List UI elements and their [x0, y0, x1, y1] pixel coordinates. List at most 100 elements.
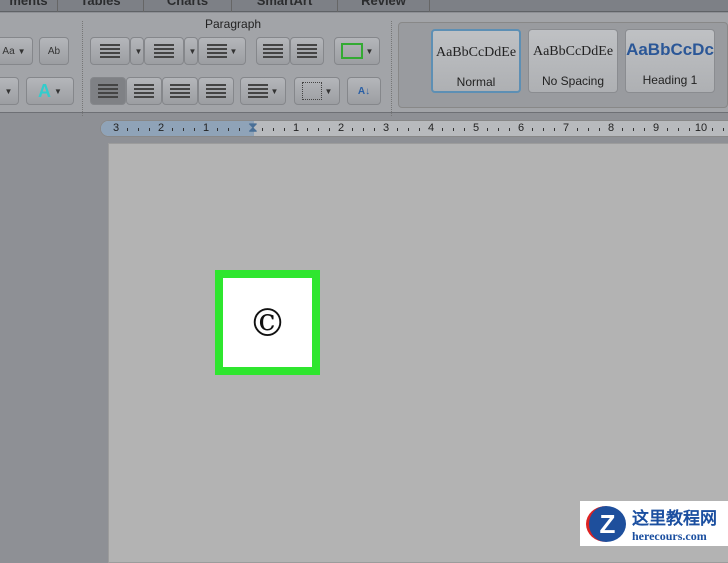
ruler-number: 1 [202, 122, 210, 134]
ruler-tick [464, 128, 465, 131]
clear-formatting-button[interactable]: Ab [39, 37, 69, 65]
decrease-indent-button[interactable] [256, 37, 290, 65]
ruler-tick [239, 128, 240, 131]
ruler-tick [644, 128, 645, 131]
style-name: Normal [456, 75, 496, 89]
ruler-tick [318, 128, 319, 131]
bullets-dropdown[interactable]: ▼ [130, 37, 144, 65]
numbering-button[interactable] [144, 37, 184, 65]
sort-button[interactable]: A↓ [347, 77, 381, 105]
paragraph-group-label: Paragraph [205, 17, 262, 31]
align-left-icon [98, 84, 118, 98]
tab-smartart[interactable]: SmartArt [232, 0, 338, 12]
align-right-button[interactable] [162, 77, 198, 105]
ruler-tick [577, 128, 578, 131]
copyright-symbol-highlight: © [215, 270, 320, 375]
style-name: No Spacing [541, 74, 605, 88]
ruler-number: 10 [694, 122, 708, 134]
style-sample: AaBbCcDdEe [435, 45, 517, 60]
ribbon-tabs: ments Tables Charts SmartArt Review [0, 0, 728, 12]
justify-icon [206, 84, 226, 98]
align-left-button[interactable] [90, 77, 126, 105]
multilevel-list-button[interactable]: ▼ [198, 37, 246, 65]
tab-elements[interactable]: ments [0, 0, 58, 12]
ruler-margin [101, 121, 254, 136]
ruler-tick [127, 128, 128, 131]
increase-indent-icon [297, 44, 317, 58]
horizontal-ruler[interactable]: ⧗ 3 2 1 1 2 3 4 5 6 7 8 9 10 [100, 119, 728, 137]
ruler-tick [689, 128, 690, 131]
ruler-tick [667, 128, 668, 131]
ruler-tick [712, 128, 713, 131]
numbering-dropdown[interactable]: ▼ [184, 37, 198, 65]
text-effects-button[interactable]: A ▼ [26, 77, 74, 105]
indent-marker[interactable]: ⧗ [248, 119, 260, 143]
ruler-tick [419, 128, 420, 131]
ruler-tick [509, 128, 510, 131]
style-sample: AaBbCcDc [626, 40, 714, 59]
borders-icon [301, 82, 322, 100]
watermark-logo: Z [586, 505, 626, 542]
highlight-dropdown[interactable]: ▼ [0, 77, 19, 105]
ruler-tick [329, 128, 330, 131]
divider [82, 21, 83, 116]
borders-button[interactable]: ▼ [294, 77, 340, 105]
align-center-button[interactable] [126, 77, 162, 105]
tab-review[interactable]: Review [338, 0, 430, 12]
tab-charts[interactable]: Charts [144, 0, 232, 12]
columns-icon [340, 43, 363, 59]
ruler-tick [622, 128, 623, 131]
ruler-tick [543, 128, 544, 131]
style-heading-1[interactable]: AaBbCcDc Heading 1 [625, 29, 715, 93]
increase-indent-button[interactable] [290, 37, 324, 65]
line-spacing-button[interactable]: ▼ [240, 77, 286, 105]
tab-tables[interactable]: Tables [58, 0, 144, 12]
columns-button[interactable]: ▼ [334, 37, 380, 65]
ruler-number: 3 [382, 122, 390, 134]
ruler-tick [442, 128, 443, 131]
ruler-tick [678, 128, 679, 131]
ruler-number: 5 [472, 122, 480, 134]
justify-button[interactable] [198, 77, 234, 105]
ruler-tick [554, 128, 555, 131]
divider [391, 21, 392, 116]
ruler-tick [194, 128, 195, 131]
ruler-tick [397, 128, 398, 131]
ruler-tick [408, 128, 409, 131]
ruler-tick [273, 128, 274, 131]
style-normal[interactable]: AaBbCcDdEe Normal [431, 29, 521, 93]
numbered-list-icon [154, 44, 174, 58]
style-no-spacing[interactable]: AaBbCcDdEe No Spacing [528, 29, 618, 93]
watermark-url: herecours.com [632, 528, 707, 543]
ruler-tick [183, 128, 184, 131]
ruler-tick [228, 128, 229, 131]
ruler-number: 4 [427, 122, 435, 134]
ruler-tick [487, 128, 488, 131]
ruler-tick [307, 128, 308, 131]
bullet-list-icon [100, 44, 120, 58]
align-right-icon [170, 84, 190, 98]
ruler-number: 3 [112, 122, 120, 134]
ruler-tick [352, 128, 353, 131]
ruler-tick [284, 128, 285, 131]
ruler-tick [262, 128, 263, 131]
ruler-tick [138, 128, 139, 131]
ruler-tick [149, 128, 150, 131]
ruler-number: 2 [337, 122, 345, 134]
change-case-button[interactable]: Aa ▼ [0, 37, 33, 65]
style-sample: AaBbCcDdEe [532, 44, 614, 59]
ruler-tick [633, 128, 634, 131]
ruler-number: 8 [607, 122, 615, 134]
ruler-tick [363, 128, 364, 131]
ruler-tick [588, 128, 589, 131]
ruler-tick [453, 128, 454, 131]
ruler-number: 2 [157, 122, 165, 134]
ruler-tick [172, 128, 173, 131]
ruler-tick [599, 128, 600, 131]
document-page[interactable] [108, 143, 728, 563]
bullets-button[interactable] [90, 37, 130, 65]
styles-gallery: AaBbCcDdEe Normal AaBbCcDdEe No Spacing … [398, 22, 728, 108]
ruler-number: 6 [517, 122, 525, 134]
ruler-number: 9 [652, 122, 660, 134]
ruler-number: 1 [292, 122, 300, 134]
